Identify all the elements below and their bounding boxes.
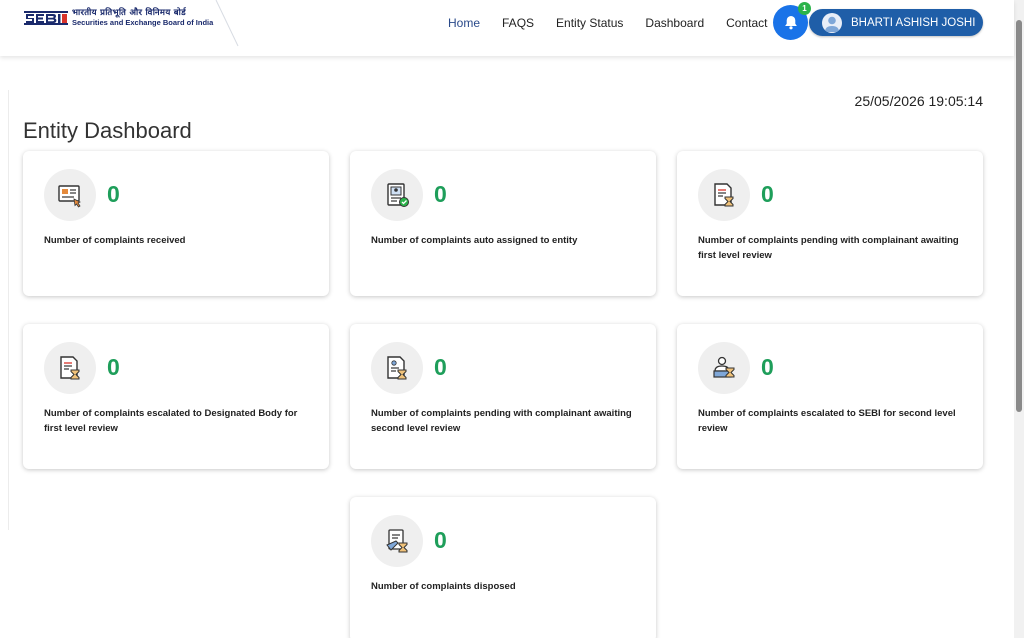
user-avatar-icon <box>822 12 842 33</box>
card-count: 0 <box>107 354 120 380</box>
escalated-designated-body-icon <box>44 342 96 394</box>
card-label: Number of complaints escalated to SEBI f… <box>698 408 956 434</box>
card-label: Number of complaints pending with compla… <box>371 408 632 434</box>
complaint-received-icon <box>44 169 96 221</box>
nav-dashboard[interactable]: Dashboard <box>645 15 704 31</box>
user-menu-button[interactable]: BHARTI ASHISH JOSHI <box>809 9 983 36</box>
nav-home[interactable]: Home <box>448 15 480 31</box>
pending-review-icon <box>698 169 750 221</box>
notification-count-badge: 1 <box>798 2 811 15</box>
card-count: 0 <box>434 527 447 553</box>
card-complaints-received[interactable]: 0 Number of complaints received <box>23 151 329 296</box>
card-count: 0 <box>434 354 447 380</box>
card-pending-second-review[interactable]: 0 Number of complaints pending with comp… <box>350 324 656 469</box>
logo-area: भारतीय प्रतिभूति और विनिमय बोर्ड Securit… <box>8 0 238 50</box>
card-label: Number of complaints disposed <box>371 581 516 592</box>
card-count: 0 <box>761 354 774 380</box>
content-left-edge <box>8 90 9 530</box>
card-auto-assigned[interactable]: 0 Number of complaints auto assigned to … <box>350 151 656 296</box>
nav-entity-status[interactable]: Entity Status <box>556 15 623 31</box>
page-title: Entity Dashboard <box>23 118 192 143</box>
sebi-logo[interactable]: भारतीय प्रतिभूति और विनिमय बोर्ड Securit… <box>24 8 213 28</box>
user-name: BHARTI ASHISH JOSHI <box>851 16 976 29</box>
disposed-icon <box>371 515 423 567</box>
nav-faqs[interactable]: FAQS <box>502 15 534 31</box>
card-label: Number of complaints auto assigned to en… <box>371 235 578 246</box>
card-label: Number of complaints pending with compla… <box>698 235 959 261</box>
scrollbar-thumb[interactable] <box>1016 20 1022 412</box>
current-datetime: 25/05/2026 19:05:14 <box>854 93 983 109</box>
logo-divider <box>215 0 239 47</box>
card-count: 0 <box>434 181 447 207</box>
card-label: Number of complaints received <box>44 235 186 246</box>
card-label: Number of complaints escalated to Design… <box>44 408 298 434</box>
escalated-sebi-icon <box>698 342 750 394</box>
card-pending-first-review[interactable]: 0 Number of complaints pending with comp… <box>677 151 983 296</box>
card-count: 0 <box>107 181 120 207</box>
card-disposed[interactable]: 0 Number of complaints disposed <box>350 497 656 638</box>
card-escalated-designated-body[interactable]: 0 Number of complaints escalated to Desi… <box>23 324 329 469</box>
top-header: भारतीय प्रतिभूति और विनिमय बोर्ड Securit… <box>0 0 1014 56</box>
auto-assigned-icon <box>371 169 423 221</box>
card-escalated-sebi[interactable]: 0 Number of complaints escalated to SEBI… <box>677 324 983 469</box>
sebi-logo-mark <box>24 11 68 25</box>
main-nav: Home FAQS Entity Status Dashboard Contac… <box>448 15 768 31</box>
bell-icon <box>784 16 797 30</box>
card-count: 0 <box>761 181 774 207</box>
pending-second-review-icon <box>371 342 423 394</box>
page-scrollbar[interactable] <box>1014 0 1024 638</box>
logo-hindi-text: भारतीय प्रतिभूति और विनिमय बोर्ड <box>72 8 187 18</box>
logo-english-text: Securities and Exchange Board of India <box>72 18 214 27</box>
nav-contact[interactable]: Contact <box>726 15 768 31</box>
